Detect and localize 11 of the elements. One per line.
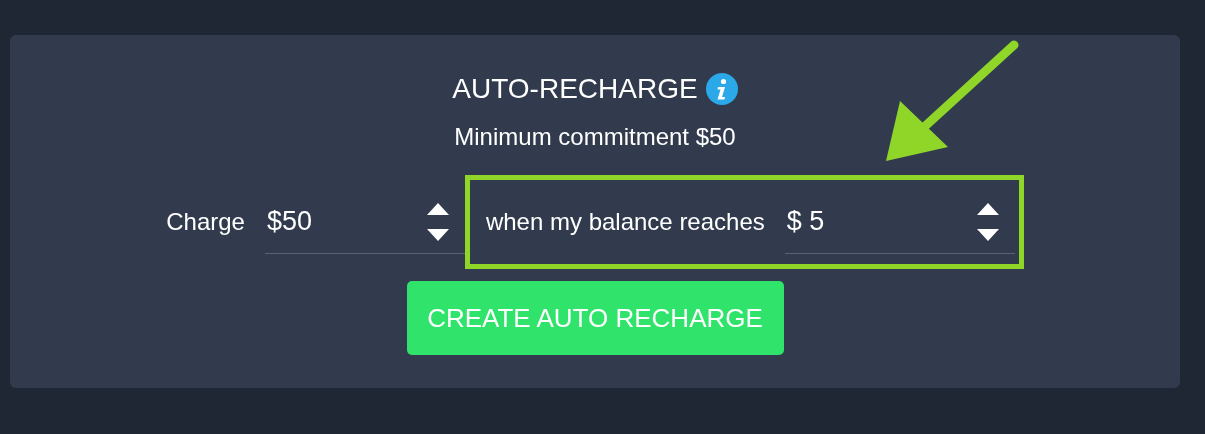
charge-amount-field[interactable]: $50 xyxy=(264,206,427,237)
decrement-button[interactable] xyxy=(976,228,999,241)
increment-button[interactable] xyxy=(426,202,449,215)
minimum-commitment-text: Minimum commitment $50 xyxy=(454,123,736,151)
section-title: AUTO-RECHARGE xyxy=(452,73,698,105)
info-icon[interactable] xyxy=(705,73,738,105)
increment-button[interactable] xyxy=(976,202,999,215)
charge-label: Charge xyxy=(166,208,245,236)
balance-threshold-label: when my balance reaches xyxy=(485,208,765,236)
decrement-button[interactable] xyxy=(426,228,449,241)
balance-threshold-field[interactable]: $ 5 xyxy=(784,206,977,237)
